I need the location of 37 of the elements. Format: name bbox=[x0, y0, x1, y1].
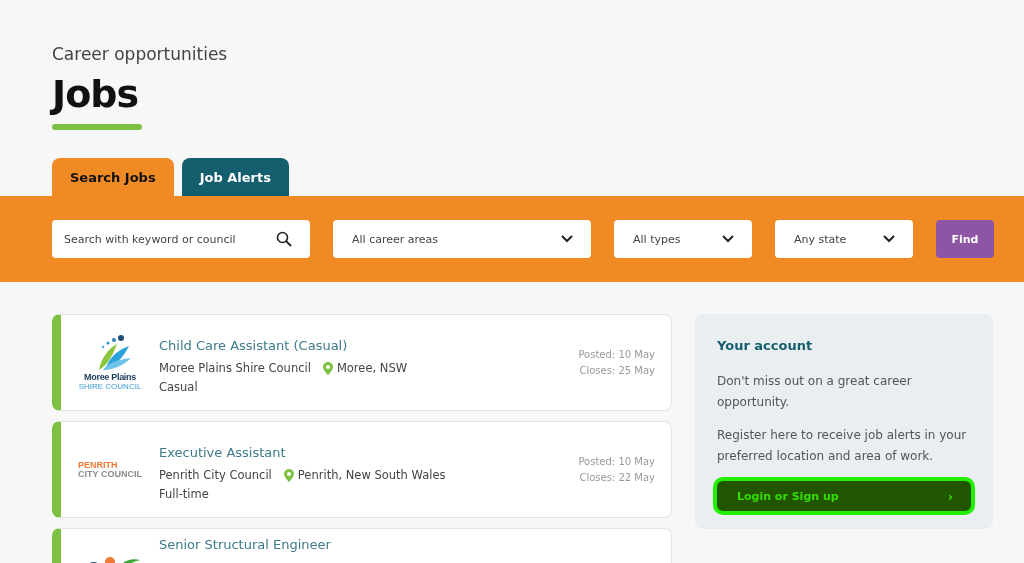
job-location: Penrith, New South Wales bbox=[297, 468, 446, 482]
job-title[interactable]: Child Care Assistant (Casual) bbox=[159, 338, 348, 353]
chevron-down-icon bbox=[883, 235, 895, 243]
location-pin-icon bbox=[322, 361, 333, 375]
location-pin-icon bbox=[283, 468, 294, 482]
job-title[interactable]: Senior Structural Engineer bbox=[159, 537, 331, 552]
closing-date: Closes: 22 May bbox=[579, 472, 655, 483]
job-title[interactable]: Executive Assistant bbox=[159, 445, 286, 460]
chevron-down-icon bbox=[561, 235, 573, 243]
search-icon bbox=[276, 231, 292, 247]
tab[interactable]: Search Jobs bbox=[52, 158, 174, 196]
posted-date: Posted: 10 May bbox=[578, 456, 655, 467]
search-field[interactable]: Search with keyword or council bbox=[52, 220, 310, 258]
dropdown[interactable]: All career areas bbox=[333, 220, 591, 258]
employer-name: Penrith City Council bbox=[159, 468, 272, 482]
job-card[interactable]: PENRITH CITY COUNCIL Executive Assistant Penrith City Council Penrith, New South Wales Full-time Posted: 10 May Closes: 22 May bbox=[52, 421, 672, 518]
job-card[interactable]: Moree Plains SHIRE COUNCIL Child Care Assistant (Casual) Moree Plains Shire Council Moree, NSW Casual Posted: 10 May Closes: 25 May bbox=[52, 314, 672, 411]
job-type: Full-time bbox=[159, 487, 209, 501]
chevron-down-icon bbox=[722, 235, 734, 243]
chevron-right-icon: › bbox=[947, 488, 953, 504]
job-location: Moree, NSW bbox=[336, 361, 408, 375]
tab[interactable]: Job Alerts bbox=[181, 158, 289, 196]
find-button[interactable]: Find bbox=[936, 220, 994, 258]
account-title: Your account bbox=[717, 338, 814, 353]
job-type: Casual bbox=[159, 380, 198, 394]
page-title: Jobs bbox=[52, 72, 139, 116]
account-text: Don't miss out on a great career opportunity. bbox=[717, 373, 913, 411]
employer-name: Moree Plains Shire Council bbox=[159, 361, 311, 375]
job-card[interactable]: Senior Structural Engineer bbox=[52, 528, 672, 563]
account-text: Register here to receive job alerts in your preferred location and area of work. bbox=[717, 427, 968, 465]
posted-date: Posted: 10 May bbox=[578, 349, 655, 360]
closing-date: Closes: 25 May bbox=[579, 365, 655, 376]
moree-plains-logo: Moree Plains SHIRE COUNCIL bbox=[74, 334, 146, 391]
dropdown[interactable]: All types bbox=[614, 220, 752, 258]
page-eyebrow: Career opportunities bbox=[52, 44, 229, 64]
penrith-city-council-logo: PENRITH CITY COUNCIL bbox=[78, 460, 142, 479]
dropdown[interactable]: Any state bbox=[775, 220, 913, 258]
